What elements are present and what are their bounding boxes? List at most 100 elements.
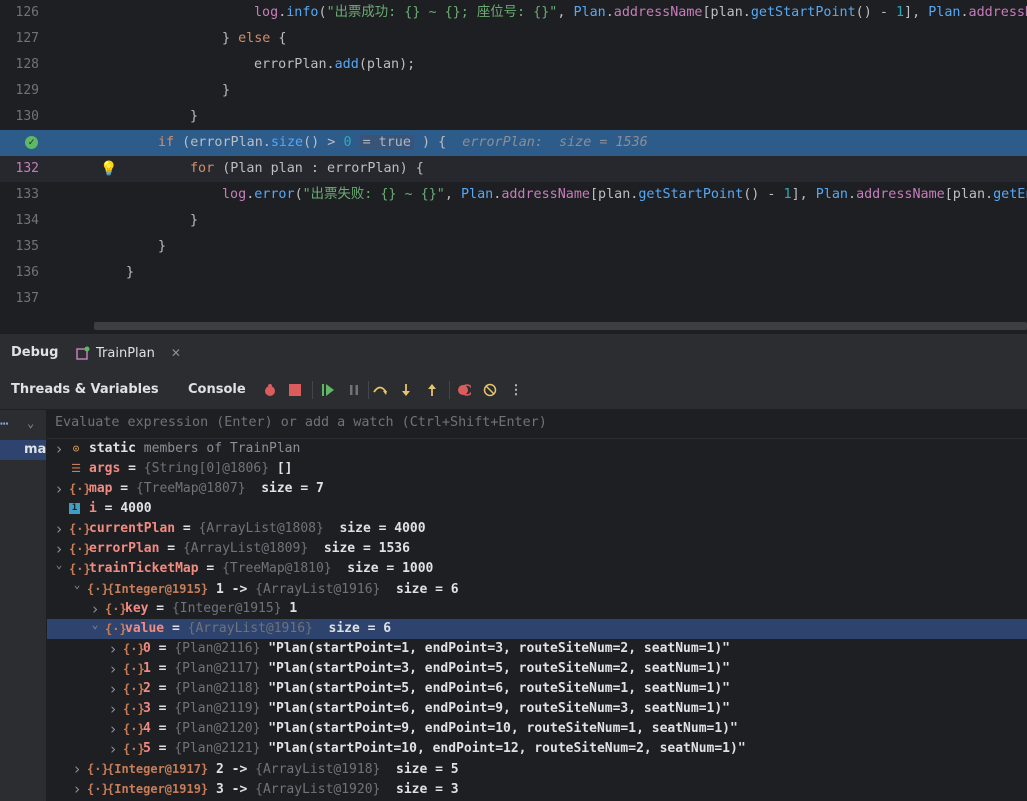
horizontal-scrollbar[interactable]: [94, 322, 1027, 330]
mute-breakpoints-icon[interactable]: [482, 382, 498, 398]
code-line[interactable]: 135}: [0, 234, 1027, 260]
variable-text: 5 = {Plan@2121} "Plan(startPoint=10, end…: [143, 741, 746, 756]
step-into-icon[interactable]: [398, 382, 414, 398]
expand-arrow-icon[interactable]: ›: [107, 719, 119, 739]
expand-arrow-icon[interactable]: ›: [107, 679, 119, 699]
rerun-debug-icon[interactable]: [262, 382, 278, 398]
collapse-arrow-icon[interactable]: ⌄: [71, 575, 83, 595]
breakpoint-verified-icon[interactable]: ✓: [25, 136, 38, 149]
variable-row[interactable]: › {·} 1 = {Plan@2117} "Plan(startPoint=3, …: [47, 659, 1027, 679]
line-number[interactable]: 126: [0, 0, 39, 26]
variable-row[interactable]: › {·} 2 = {Plan@2118} "Plan(startPoint=5, …: [47, 679, 1027, 699]
expand-arrow-icon[interactable]: ›: [53, 479, 65, 499]
collapse-arrow-icon[interactable]: ⌄: [53, 555, 65, 575]
variable-row[interactable]: › {·} key = {Integer@1915} 1: [47, 599, 1027, 619]
code-text: if (errorPlan.size() > 0 = true ) { erro…: [158, 135, 648, 150]
code-line[interactable]: ✓ if (errorPlan.size() > 0 = true ) { err…: [0, 130, 1027, 156]
code-text: }: [190, 109, 199, 124]
close-icon[interactable]: ✕: [171, 346, 181, 360]
line-number[interactable]: 133: [0, 182, 39, 208]
thread-item-main[interactable]: mai: [0, 440, 46, 460]
variable-row[interactable]: › {·} 3 = {Plan@2119} "Plan(startPoint=6, …: [47, 699, 1027, 719]
variable-row[interactable]: › {·} 0 = {Plan@2116} "Plan(startPoint=1, …: [47, 639, 1027, 659]
watch-input[interactable]: Evaluate expression (Enter) or add a wat…: [47, 410, 1027, 439]
object-icon: {·}: [87, 762, 109, 776]
code-text: }: [158, 239, 167, 254]
collapse-arrow-icon[interactable]: ⌄: [89, 615, 101, 635]
code-line[interactable]: 134}: [0, 208, 1027, 234]
variables-tree: › ⊙ static members of TrainPlan ☰ args = {St…: [47, 439, 1027, 801]
pause-icon[interactable]: [346, 382, 362, 398]
step-out-icon[interactable]: [424, 382, 440, 398]
line-number[interactable]: 135: [0, 234, 39, 260]
more-options-icon[interactable]: ⋮: [508, 382, 524, 398]
variable-text: map = {TreeMap@1807} size = 7: [89, 481, 324, 496]
variable-row[interactable]: › {·} currentPlan = {ArrayList@1808} size …: [47, 519, 1027, 539]
code-line[interactable]: 137: [0, 286, 1027, 312]
code-editor[interactable]: 126 log.info("出票成功: {} ~ {}; 座位号: {}", Pl…: [0, 0, 1027, 332]
expand-arrow-icon[interactable]: ›: [107, 639, 119, 659]
variable-text: i = 4000: [89, 501, 152, 516]
view-breakpoints-icon[interactable]: [456, 382, 472, 398]
variable-row[interactable]: › {·} errorPlan = {ArrayList@1809} size = …: [47, 539, 1027, 559]
line-number[interactable]: 128: [0, 52, 39, 78]
code-text: log.error("出票失败: {} ~ {}", Plan.addressN…: [222, 187, 1027, 202]
code-line[interactable]: 129}: [0, 78, 1027, 104]
variable-row[interactable]: › {·} {Integer@1919} 3 -> {ArrayList@1920}…: [47, 779, 1027, 799]
variable-text: {Integer@1915} 1 -> {ArrayList@1916} siz…: [107, 582, 459, 597]
tab-console[interactable]: Console: [188, 382, 246, 397]
debug-toolbar: Threads & Variables Console ⋮: [0, 371, 1027, 410]
variable-row[interactable]: 1 i = 4000: [47, 499, 1027, 519]
chevron-down-icon[interactable]: ⌄: [27, 416, 34, 430]
code-text: }: [126, 265, 135, 280]
expand-arrow-icon[interactable]: ›: [71, 779, 83, 799]
stop-icon[interactable]: [287, 382, 303, 398]
expand-arrow-icon[interactable]: ›: [53, 519, 65, 539]
expand-arrow-icon[interactable]: ›: [53, 439, 65, 459]
line-number[interactable]: 129: [0, 78, 39, 104]
expand-arrow-icon[interactable]: ›: [107, 659, 119, 679]
variable-text: trainTicketMap = {TreeMap@1810} size = 1…: [89, 561, 434, 576]
variable-text: 4 = {Plan@2120} "Plan(startPoint=9, endP…: [143, 721, 738, 736]
line-number[interactable]: 137: [0, 286, 39, 312]
code-text: }: [222, 83, 231, 98]
line-number[interactable]: 132: [0, 156, 39, 182]
code-line[interactable]: 130}: [0, 104, 1027, 130]
variable-row[interactable]: › {·} 4 = {Plan@2120} "Plan(startPoint=9, …: [47, 719, 1027, 739]
tab-trainplan[interactable]: TrainPlan ✕: [66, 334, 191, 374]
code-line[interactable]: 136}: [0, 260, 1027, 286]
variable-text: {Integer@1917} 2 -> {ArrayList@1918} siz…: [107, 762, 459, 777]
tab-threads-variables[interactable]: Threads & Variables: [11, 382, 159, 397]
line-number[interactable]: 136: [0, 260, 39, 286]
variable-row[interactable]: ⌄ {·} value = {ArrayList@1916} size = 6: [47, 618, 1027, 639]
code-line[interactable]: 132 💡 for (Plan plan : errorPlan) {: [0, 156, 1027, 182]
object-icon: {·}: [69, 542, 91, 556]
lightbulb-icon[interactable]: 💡: [100, 156, 117, 182]
code-line[interactable]: 126 log.info("出票成功: {} ~ {}; 座位号: {}", Pl…: [0, 0, 1027, 26]
object-icon: {·}: [123, 722, 145, 736]
object-icon: {·}: [69, 562, 91, 576]
resume-icon[interactable]: [320, 382, 336, 398]
code-line[interactable]: 133 log.error("出票失败: {} ~ {}", Plan.addre…: [0, 182, 1027, 208]
expand-arrow-icon[interactable]: ›: [71, 759, 83, 779]
variable-row[interactable]: › {·} {Integer@1917} 2 -> {ArrayList@1918}…: [47, 759, 1027, 779]
code-line[interactable]: 128 errorPlan.add(plan);: [0, 52, 1027, 78]
line-number[interactable]: 134: [0, 208, 39, 234]
more-icon[interactable]: ⋯: [0, 416, 8, 432]
debug-tool-window-header: Debug TrainPlan ✕: [0, 333, 1027, 374]
variable-row[interactable]: › {·} map = {TreeMap@1807} size = 7: [47, 479, 1027, 499]
variable-row[interactable]: ⌄ {·} trainTicketMap = {TreeMap@1810} size…: [47, 558, 1027, 579]
expand-arrow-icon[interactable]: ›: [107, 699, 119, 719]
code-line[interactable]: 127} else {: [0, 26, 1027, 52]
step-over-icon[interactable]: [372, 382, 388, 398]
variable-row[interactable]: › {·} 5 = {Plan@2121} "Plan(startPoint=10,…: [47, 739, 1027, 759]
variable-row[interactable]: ⌄ {·} {Integer@1915} 1 -> {ArrayList@1916}…: [47, 578, 1027, 599]
line-number[interactable]: 127: [0, 26, 39, 52]
debug-title: Debug: [11, 345, 59, 360]
object-icon: {·}: [87, 782, 109, 796]
expand-arrow-icon[interactable]: ›: [107, 739, 119, 759]
variable-row[interactable]: › ⊙ static members of TrainPlan: [47, 439, 1027, 459]
line-number[interactable]: 130: [0, 104, 39, 130]
threads-side-panel: ⋯ ⌄ mai: [0, 410, 47, 801]
variable-row[interactable]: ☰ args = {String[0]@1806} []: [47, 459, 1027, 479]
